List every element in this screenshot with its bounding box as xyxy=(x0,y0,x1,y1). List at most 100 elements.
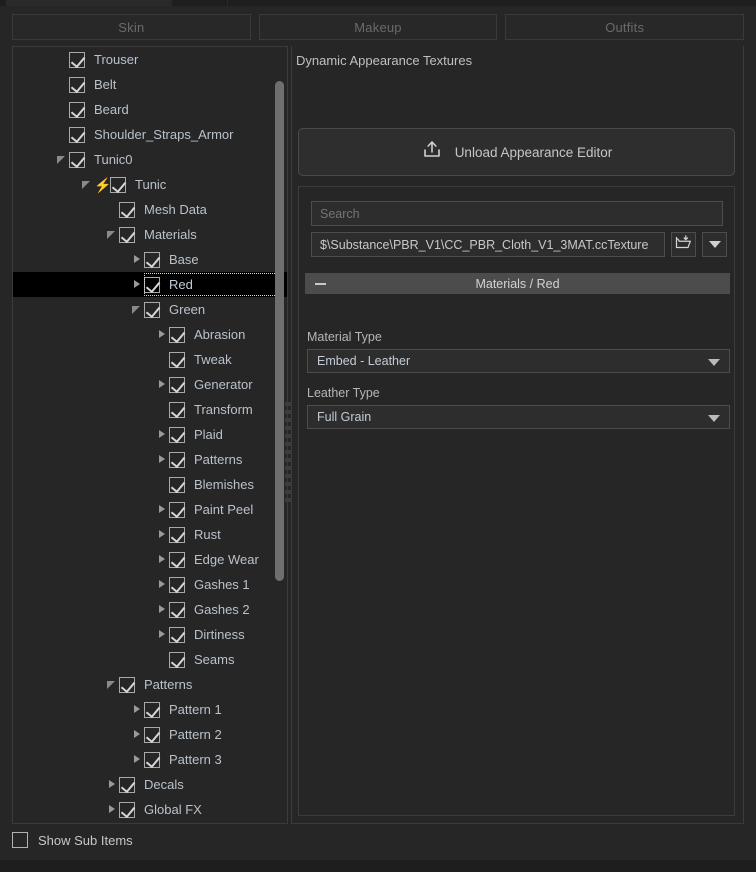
leather-type-select[interactable]: Full Grain xyxy=(307,405,730,429)
chevron-collapsed-icon[interactable] xyxy=(105,772,119,797)
tree-item-checkbox[interactable] xyxy=(169,426,185,443)
chevron-collapsed-icon[interactable] xyxy=(155,422,169,447)
unload-appearance-editor-button[interactable]: Unload Appearance Editor xyxy=(298,128,735,176)
tree-item-paint-peel[interactable]: Paint Peel xyxy=(13,497,287,522)
tree-item-checkbox[interactable] xyxy=(119,676,135,693)
load-texture-button[interactable] xyxy=(671,232,696,257)
tree-item-checkbox[interactable] xyxy=(144,251,160,268)
tab-skin[interactable]: Skin xyxy=(12,14,251,40)
tree-item-checkbox[interactable] xyxy=(119,201,135,218)
tree-item-checkbox[interactable] xyxy=(144,276,160,293)
tree-item-checkbox[interactable] xyxy=(169,626,185,643)
tree-item-checkbox[interactable] xyxy=(69,126,85,143)
tree-item-checkbox[interactable] xyxy=(144,751,160,768)
tree-item-global-fx[interactable]: Global FX xyxy=(13,797,287,822)
material-type-select[interactable]: Embed - Leather xyxy=(307,349,730,373)
chevron-collapsed-icon[interactable] xyxy=(155,572,169,597)
tree-item-checkbox[interactable] xyxy=(169,326,185,343)
tree-vertical-scrollbar[interactable] xyxy=(275,49,284,821)
chevron-collapsed-icon[interactable] xyxy=(155,447,169,472)
chevron-collapsed-icon[interactable] xyxy=(130,272,144,297)
tree-item-patterns[interactable]: Patterns xyxy=(13,447,287,472)
tree-item-checkbox[interactable] xyxy=(169,651,185,668)
tree-item-checkbox[interactable] xyxy=(169,476,185,493)
tree-item-seams[interactable]: Seams xyxy=(13,647,287,672)
tree-item-checkbox[interactable] xyxy=(169,526,185,543)
tree-item-mesh-data[interactable]: Mesh Data xyxy=(13,197,287,222)
tree-item-trouser[interactable]: Trouser xyxy=(13,47,287,72)
chevron-collapsed-icon[interactable] xyxy=(130,722,144,747)
tree-item-materials[interactable]: Materials xyxy=(13,222,287,247)
tree-item-checkbox[interactable] xyxy=(169,401,185,418)
chevron-collapsed-icon[interactable] xyxy=(130,747,144,772)
tree-item-decals[interactable]: Decals xyxy=(13,772,287,797)
tree-item-green[interactable]: Green xyxy=(13,297,287,322)
tree-item-checkbox[interactable] xyxy=(144,701,160,718)
chevron-collapsed-icon[interactable] xyxy=(130,697,144,722)
tree-item-checkbox[interactable] xyxy=(169,351,185,368)
chevron-collapsed-icon[interactable] xyxy=(155,597,169,622)
tree-item-checkbox[interactable] xyxy=(169,451,185,468)
chevron-expanded-icon[interactable] xyxy=(55,147,69,172)
chevron-collapsed-icon[interactable] xyxy=(155,372,169,397)
tree-item-checkbox[interactable] xyxy=(144,726,160,743)
tree-item-beard[interactable]: Beard xyxy=(13,97,287,122)
chevron-expanded-icon[interactable] xyxy=(105,672,119,697)
tree-item-checkbox[interactable] xyxy=(119,801,135,818)
tree-item-checkbox[interactable] xyxy=(169,376,185,393)
tree-item-label: Materials xyxy=(144,227,197,242)
chevron-collapsed-icon[interactable] xyxy=(155,547,169,572)
tree-item-tunic0[interactable]: Tunic0 xyxy=(13,147,287,172)
tree-item-gashes-2[interactable]: Gashes 2 xyxy=(13,597,287,622)
tree-item-plaid[interactable]: Plaid xyxy=(13,422,287,447)
tree-item-checkbox[interactable] xyxy=(144,301,160,318)
chevron-expanded-icon[interactable] xyxy=(130,297,144,322)
search-input[interactable] xyxy=(311,201,723,226)
tree-item-checkbox[interactable] xyxy=(69,151,85,168)
tree-item-rust[interactable]: Rust xyxy=(13,522,287,547)
tree-item-checkbox[interactable] xyxy=(69,101,85,118)
tree-item-shoulder-straps-armor[interactable]: Shoulder_Straps_Armor xyxy=(13,122,287,147)
tree-item-checkbox[interactable] xyxy=(169,576,185,593)
tree-item-checkbox[interactable] xyxy=(169,601,185,618)
tree-item-pattern-3[interactable]: Pattern 3 xyxy=(13,747,287,772)
tree-item-checkbox[interactable] xyxy=(119,226,135,243)
texture-path-field[interactable]: $\Substance\PBR_V1\CC_PBR_Cloth_V1_3MAT.… xyxy=(311,232,665,257)
tree-item-gashes-1[interactable]: Gashes 1 xyxy=(13,572,287,597)
tree-item-belt[interactable]: Belt xyxy=(13,72,287,97)
tree-item-blemishes[interactable]: Blemishes xyxy=(13,472,287,497)
chevron-collapsed-icon[interactable] xyxy=(155,522,169,547)
tree-item-dirtiness[interactable]: Dirtiness xyxy=(13,622,287,647)
chevron-expanded-icon[interactable] xyxy=(105,222,119,247)
tree-item-checkbox[interactable] xyxy=(119,776,135,793)
chevron-collapsed-icon[interactable] xyxy=(105,797,119,822)
group-header-materials-red[interactable]: Materials / Red xyxy=(305,273,730,294)
tree-item-checkbox[interactable] xyxy=(169,551,185,568)
tree-item-edge-wear[interactable]: Edge Wear xyxy=(13,547,287,572)
object-tree[interactable]: Trouser Belt Beard Shoulder_Straps_Armor Tun… xyxy=(13,47,287,823)
tree-item-checkbox[interactable] xyxy=(110,176,126,193)
chevron-expanded-icon[interactable] xyxy=(80,172,94,197)
show-sub-items-checkbox[interactable] xyxy=(12,832,28,848)
tree-item-patterns[interactable]: Patterns xyxy=(13,672,287,697)
chevron-collapsed-icon[interactable] xyxy=(130,247,144,272)
tree-item-tunic[interactable]: ⚡ Tunic xyxy=(13,172,287,197)
tree-item-generator[interactable]: Generator xyxy=(13,372,287,397)
tree-item-transform[interactable]: Transform xyxy=(13,397,287,422)
tree-item-abrasion[interactable]: Abrasion xyxy=(13,322,287,347)
tree-item-red[interactable]: Red xyxy=(13,272,287,297)
chevron-collapsed-icon[interactable] xyxy=(155,322,169,347)
tree-item-pattern-2[interactable]: Pattern 2 xyxy=(13,722,287,747)
chevron-collapsed-icon[interactable] xyxy=(155,622,169,647)
tree-item-pattern-1[interactable]: Pattern 1 xyxy=(13,697,287,722)
tree-item-checkbox[interactable] xyxy=(69,76,85,93)
tree-item-checkbox[interactable] xyxy=(69,51,85,68)
tree-item-tweak[interactable]: Tweak xyxy=(13,347,287,372)
texture-preset-dropdown-button[interactable] xyxy=(702,232,727,257)
tree-item-checkbox[interactable] xyxy=(169,501,185,518)
tab-outfits[interactable]: Outfits xyxy=(505,14,745,40)
tab-makeup[interactable]: Makeup xyxy=(258,14,498,40)
tree-scrollbar-thumb[interactable] xyxy=(275,81,284,581)
tree-item-base[interactable]: Base xyxy=(13,247,287,272)
chevron-collapsed-icon[interactable] xyxy=(155,497,169,522)
